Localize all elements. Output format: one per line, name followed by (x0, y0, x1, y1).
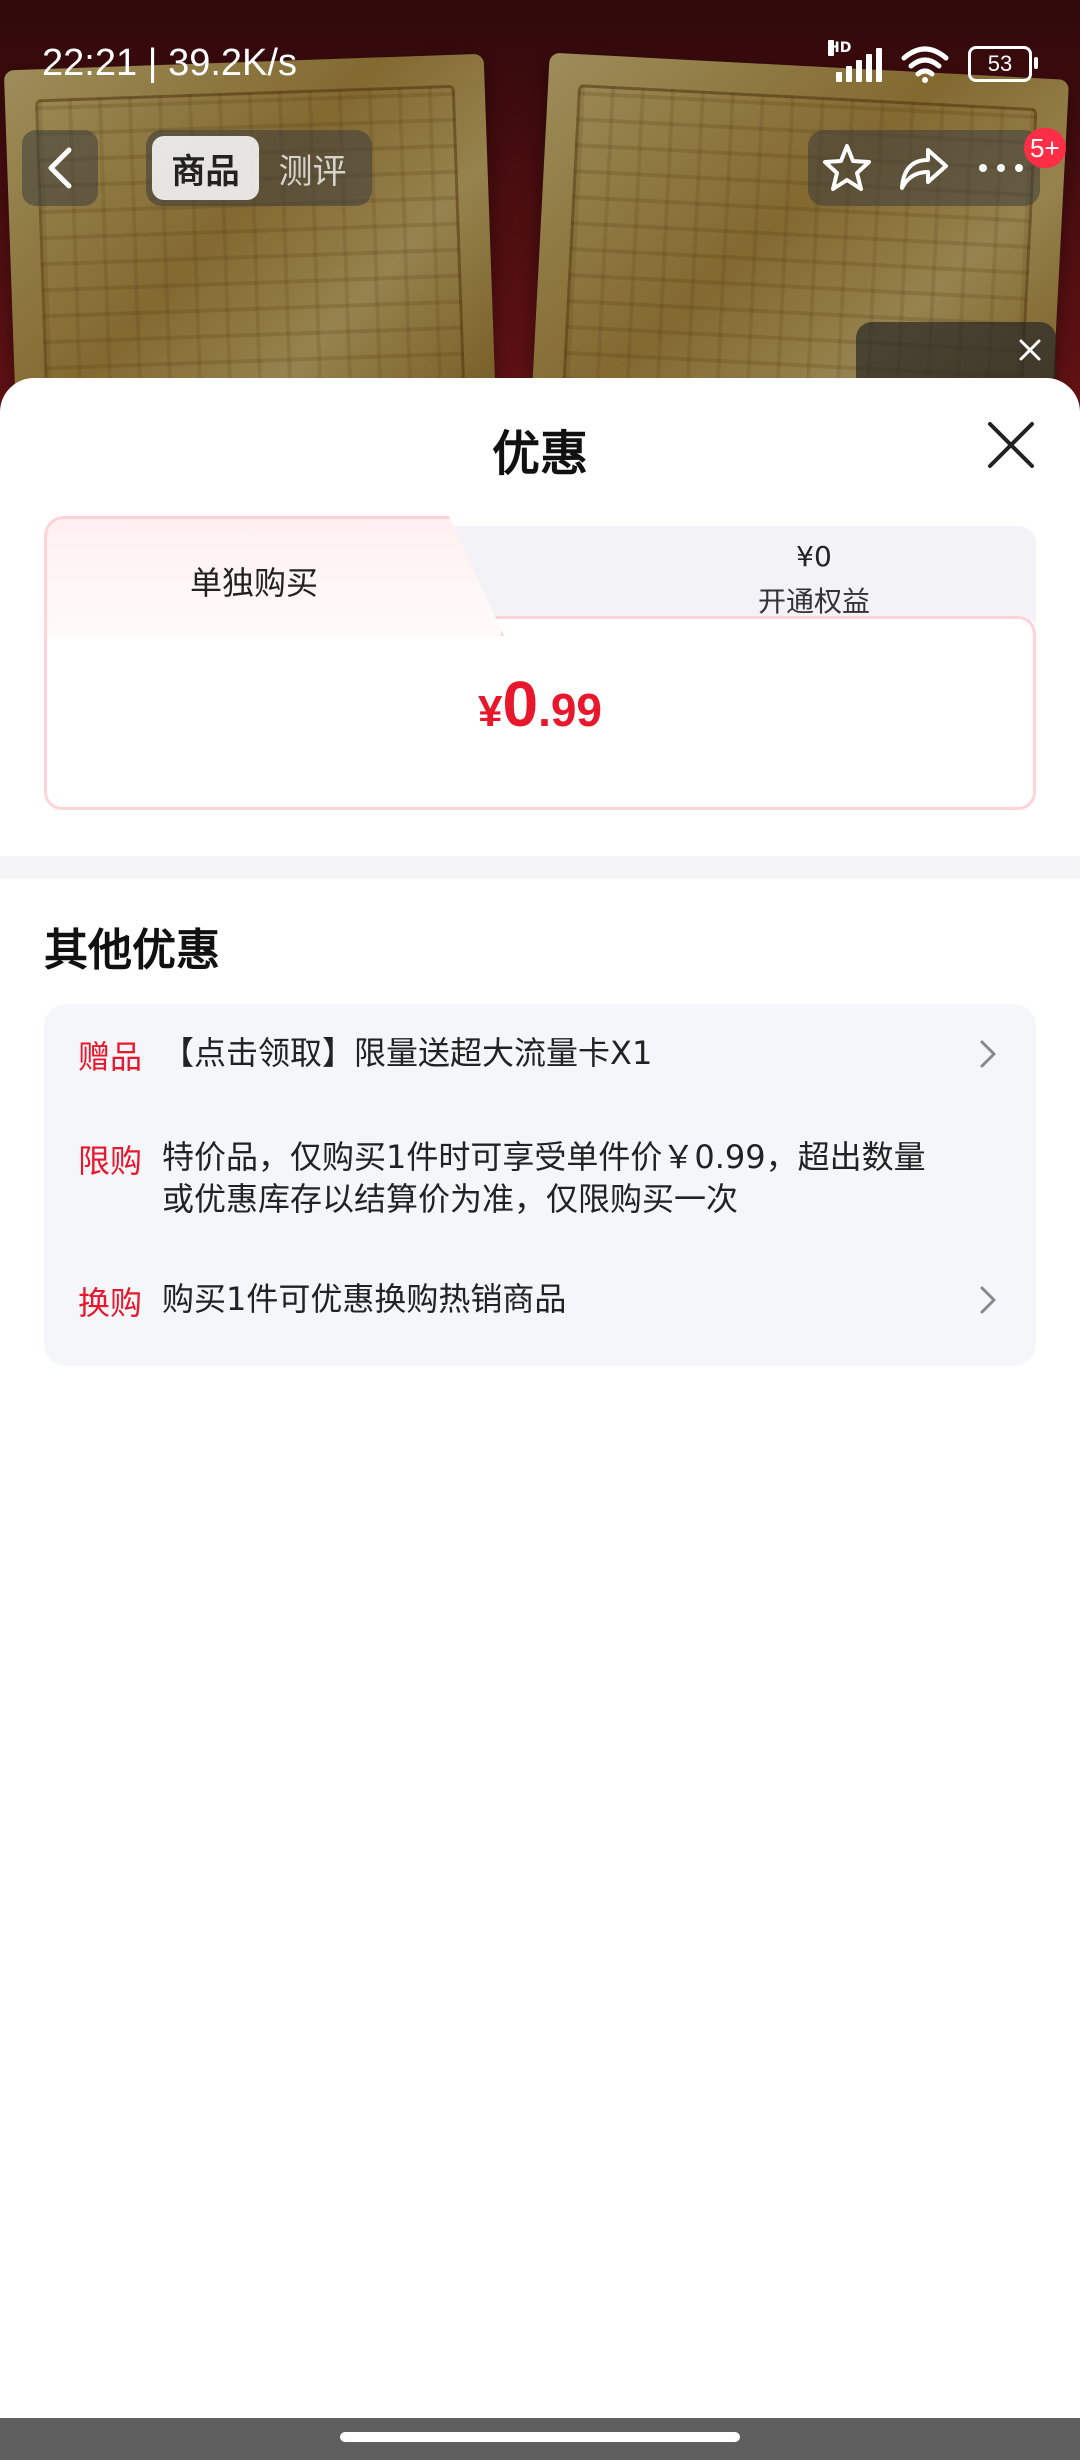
promo-tag: 限购 (78, 1142, 143, 1180)
price-value: ¥0.99 (47, 667, 1033, 741)
status-icons: HD 53 (828, 40, 1038, 84)
promo-limit-row: 限购 特价品，仅购买1件时可享受单件价￥0.99，超出数量或优惠库存以结算价为准… (78, 1136, 1002, 1220)
status-bar: 22:21 | 39.2K/s HD 53 (0, 0, 1080, 130)
system-nav-bar (0, 2418, 1080, 2460)
promo-tag: 换购 (78, 1284, 143, 1322)
promo-exchange-row[interactable]: 换购 购买1件可优惠换购热销商品 (78, 1278, 1002, 1324)
battery-level: 53 (987, 51, 1013, 76)
chevron-right-icon (980, 1286, 996, 1314)
membership-label: 开通权益 (757, 585, 870, 618)
price-symbol: ¥ (477, 687, 503, 736)
membership-price: ¥0 (796, 540, 832, 573)
battery-icon: 53 (968, 46, 1038, 82)
section-divider (0, 856, 1080, 878)
more-icon[interactable] (975, 142, 1027, 194)
discount-sheet: 优惠 ¥0 开通权益 ¥0.99 单独购买 其他优惠 赠品 【点击领取】限量送超… (0, 378, 1080, 2418)
promo-text: 特价品，仅购买1件时可享受单件价￥0.99，超出数量或优惠库存以结算价为准，仅限… (162, 1138, 926, 1218)
chevron-right-icon (980, 1040, 996, 1068)
status-time: 22:21 | 39.2K/s (42, 42, 297, 84)
price-integer: 0 (502, 668, 539, 740)
back-icon (48, 147, 72, 189)
star-icon[interactable] (821, 142, 873, 194)
product-tabs: 商品 测评 (146, 130, 372, 206)
promotions-card: 赠品 【点击领取】限量送超大流量卡X1 限购 特价品，仅购买1件时可享受单件价￥… (44, 1004, 1036, 1366)
back-button[interactable] (22, 130, 98, 206)
promo-tag: 赠品 (78, 1038, 143, 1076)
notification-badge: 5+ (1024, 128, 1066, 168)
promo-text: 【点击领取】限量送超大流量卡X1 (162, 1034, 653, 1072)
price-panel: ¥0.99 (44, 616, 1036, 810)
home-indicator[interactable] (340, 2432, 740, 2442)
price-decimal: .99 (538, 684, 603, 736)
close-icon (1019, 339, 1041, 361)
sheet-title: 优惠 (491, 426, 588, 482)
float-close-button[interactable] (1010, 330, 1050, 370)
tab-review[interactable]: 测评 (259, 136, 366, 200)
tab-product[interactable]: 商品 (152, 136, 259, 200)
nav-actions (808, 130, 1040, 206)
close-sheet-button[interactable] (986, 420, 1036, 470)
hd-tag: HD (828, 40, 852, 56)
price-options: ¥0 开通权益 ¥0.99 单独购买 (44, 516, 1036, 810)
promo-text: 购买1件可优惠换购热销商品 (162, 1280, 567, 1318)
other-discounts-title: 其他优惠 (44, 925, 220, 976)
promo-gift-row[interactable]: 赠品 【点击领取】限量送超大流量卡X1 (78, 1032, 1002, 1078)
wifi-icon (901, 46, 949, 83)
signal-icon: HD (828, 40, 882, 82)
single-purchase-label: 单独购买 (189, 564, 318, 602)
share-icon[interactable] (898, 142, 950, 194)
